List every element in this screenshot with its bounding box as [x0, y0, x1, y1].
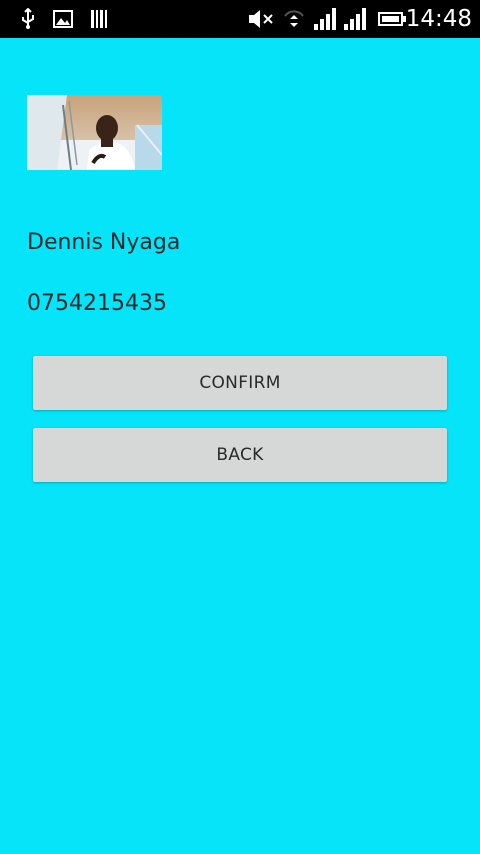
contact-name: Dennis Nyaga — [27, 230, 181, 255]
profile-photo — [27, 95, 162, 170]
data-transfer-icon — [282, 0, 306, 38]
mute-icon — [246, 0, 276, 38]
back-button[interactable]: BACK — [33, 428, 447, 482]
contact-phone: 0754215435 — [27, 291, 167, 316]
usb-icon — [18, 0, 38, 38]
battery-icon — [378, 0, 406, 38]
signal-icon — [312, 0, 338, 38]
image-icon — [52, 0, 74, 38]
status-bar: 14:48 — [0, 0, 480, 38]
barcode-icon — [89, 0, 109, 38]
signal-icon-2 — [342, 0, 368, 38]
status-time: 14:48 — [405, 6, 472, 32]
confirm-button[interactable]: CONFIRM — [33, 356, 447, 410]
